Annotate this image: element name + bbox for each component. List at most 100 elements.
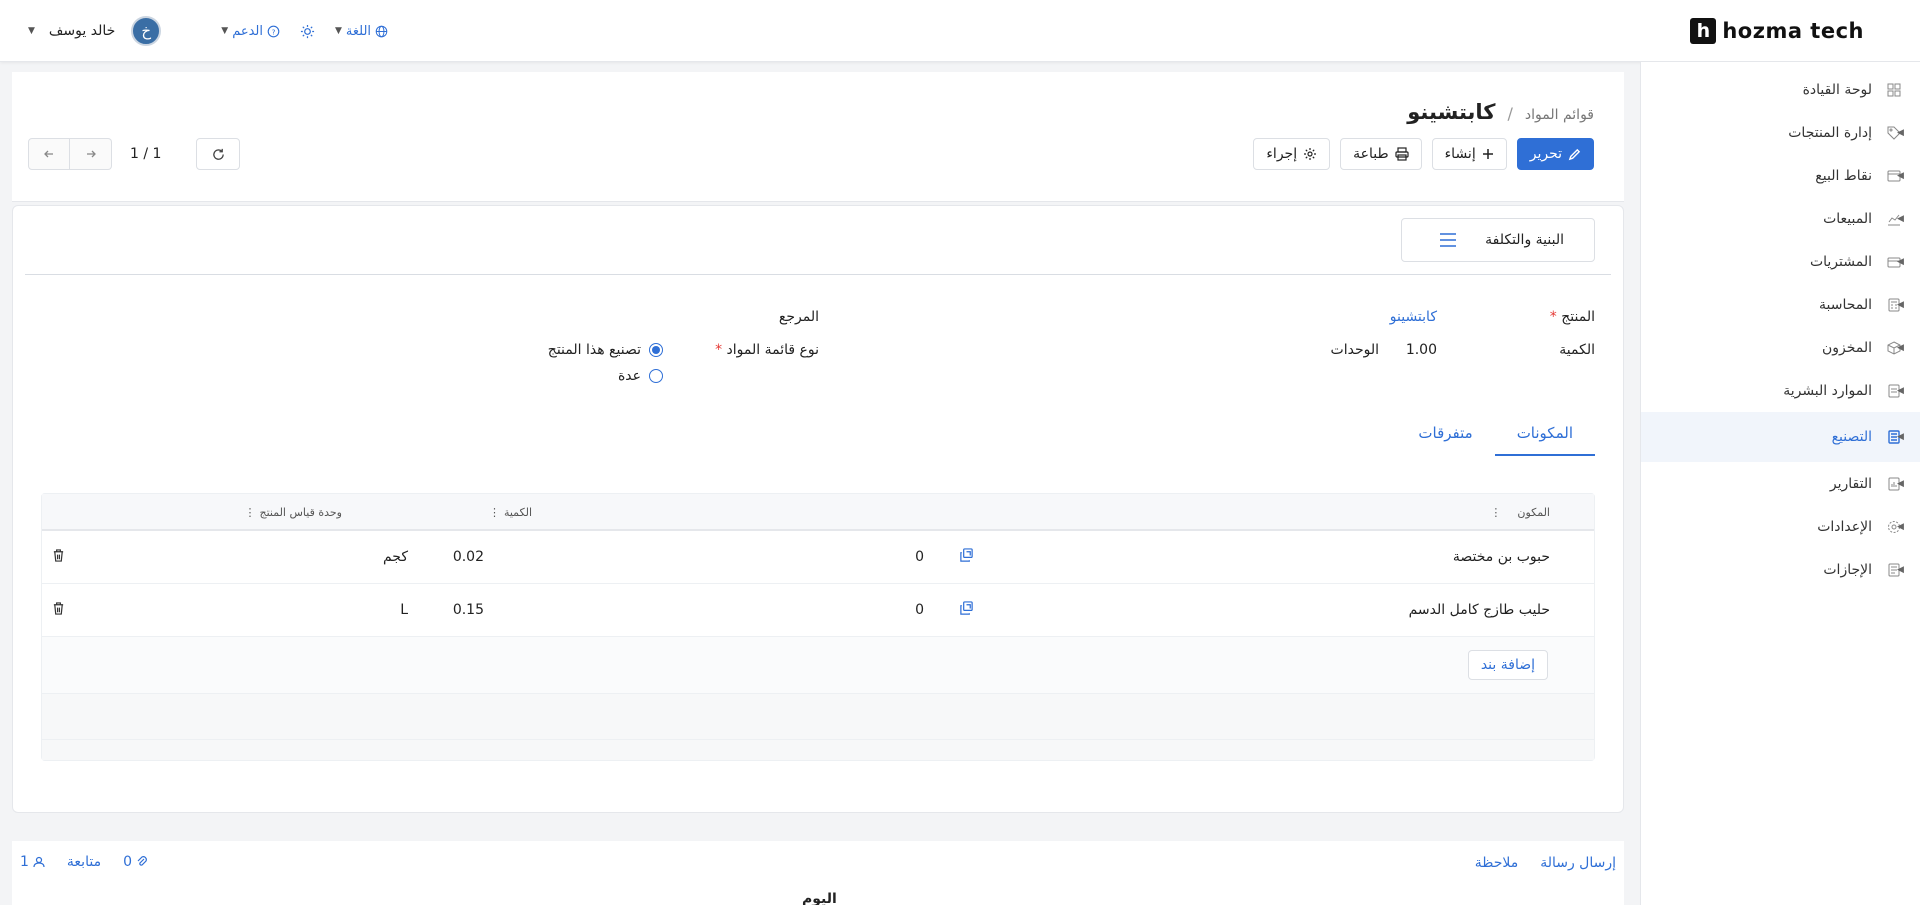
tab-misc[interactable]: متفرقات <box>1396 416 1494 456</box>
col-component-header[interactable]: المكون ⋮ <box>1490 506 1550 519</box>
reference-field-label: المرجع <box>778 309 819 325</box>
chevron-left-icon: ◀ <box>1897 256 1904 267</box>
add-line-button[interactable]: إضافة بند <box>1467 650 1548 680</box>
product-value-link[interactable]: كابتشينو <box>1390 309 1437 325</box>
cell-component[interactable]: حبوب بن مختصة <box>1453 549 1550 565</box>
main-content: قوائم المواد / كابتشينو تحرير إنشاء طباع… <box>0 62 1640 905</box>
page-title: كابتشينو <box>1407 100 1496 124</box>
form-sheet: البنية والتكلفة المنتج * كابتشينو الكمية… <box>12 205 1624 813</box>
sidebar-item-accounting[interactable]: المحاسبة ◀ <box>1641 283 1920 326</box>
bom-type-option-kit[interactable]: عدة <box>618 368 663 384</box>
cell-mid-value[interactable]: 0 <box>915 602 924 618</box>
cell-uom[interactable]: كجم <box>383 549 408 565</box>
qty-value[interactable]: 1.00 <box>1406 342 1437 358</box>
create-button[interactable]: إنشاء <box>1431 138 1507 170</box>
support-menu[interactable]: ▼ الدعم ? <box>221 24 280 39</box>
globe-icon <box>375 25 388 38</box>
help-circle-icon: ? <box>267 25 280 38</box>
sidebar-item-manufacturing[interactable]: التصنيع ◀ <box>1641 412 1920 462</box>
table-row[interactable]: حبوب بن مختصة 0 0.02 كجم <box>42 531 1594 584</box>
sidebar-item-purchases[interactable]: المشتريات ◀ <box>1641 240 1920 283</box>
breadcrumb-separator: / <box>1507 104 1513 123</box>
col-uom-header[interactable]: وحدة قياس المنتج ⋮ <box>244 506 342 519</box>
breadcrumb: قوائم المواد / كابتشينو <box>1407 100 1594 124</box>
add-line-row: إضافة بند <box>42 637 1594 694</box>
empty-row <box>42 694 1594 740</box>
sidebar-item-reports[interactable]: التقارير ◀ <box>1641 462 1920 505</box>
chevron-left-icon: ◀ <box>1897 342 1904 353</box>
sort-icon: ⋮ <box>1490 506 1502 519</box>
edit-button[interactable]: تحرير <box>1516 138 1594 170</box>
radio-label: عدة <box>617 368 641 384</box>
trash-icon[interactable] <box>52 549 65 566</box>
language-label: اللغة <box>345 23 372 39</box>
user-menu[interactable]: ▼ خالد يوسف خ <box>28 16 162 46</box>
paperclip-icon <box>136 856 148 868</box>
sidebar-item-hr[interactable]: الموارد البشرية ◀ <box>1641 369 1920 412</box>
sidebar-item-sales[interactable]: المبيعات ◀ <box>1641 197 1920 240</box>
send-message-button[interactable]: إرسال رسالة <box>1540 855 1616 871</box>
action-label: إجراء <box>1266 146 1298 162</box>
components-table: المكون ⋮ الكمية ⋮ وحدة قياس المنتج ⋮ حبو… <box>41 493 1595 761</box>
sidebar-item-pos[interactable]: نقاط البيع ◀ <box>1641 154 1920 197</box>
cell-quantity[interactable]: 0.15 <box>453 602 484 618</box>
cell-mid-value[interactable]: 0 <box>915 549 924 565</box>
bom-type-option-manufacture[interactable]: تصنيع هذا المنتج <box>548 342 663 358</box>
next-record-button[interactable] <box>70 138 112 170</box>
refresh-button[interactable] <box>196 138 240 170</box>
sidebar-item-label: لوحة القيادة <box>1802 81 1872 98</box>
sidebar-item-label: الموارد البشرية <box>1783 382 1872 399</box>
breadcrumb-parent-link[interactable]: قوائم المواد <box>1525 107 1594 123</box>
sidebar-item-inventory[interactable]: المخزون ◀ <box>1641 326 1920 369</box>
cell-quantity[interactable]: 0.02 <box>453 549 484 565</box>
language-menu[interactable]: ▼ اللغة <box>335 24 388 39</box>
brand-logo[interactable]: h hozma tech <box>1690 18 1864 44</box>
sidebar-item-leaves[interactable]: الإجازات ◀ <box>1641 548 1920 591</box>
cell-uom[interactable]: L <box>400 602 408 618</box>
action-button[interactable]: إجراء <box>1253 138 1331 170</box>
attachments-count[interactable]: 0 <box>123 854 148 870</box>
chevron-left-icon: ◀ <box>1897 385 1904 396</box>
col-quantity-header[interactable]: الكمية ⋮ <box>489 506 532 519</box>
qty-unit[interactable]: الوحدات <box>1331 342 1379 358</box>
chevron-left-icon: ◀ <box>1897 432 1904 442</box>
top-navbar: h hozma tech ▼ خالد يوسف خ ▼ الدعم ? ▼ ا… <box>0 0 1920 62</box>
radio-checked[interactable] <box>649 343 663 357</box>
sidebar-item-label: التصنيع <box>1831 429 1872 445</box>
copy-icon[interactable] <box>959 548 974 567</box>
sidebar-item-settings[interactable]: الإعدادات ◀ <box>1641 505 1920 548</box>
sidebar-item-label: المخزون <box>1821 339 1872 356</box>
theme-toggle[interactable] <box>300 24 315 39</box>
chevron-left-icon: ◀ <box>1897 564 1904 575</box>
radio-unchecked[interactable] <box>649 369 663 383</box>
tab-components[interactable]: المكونات <box>1494 416 1595 456</box>
bom-type-field-label: نوع قائمة المواد * <box>715 342 819 358</box>
copy-icon[interactable] <box>959 601 974 620</box>
table-row[interactable]: حليب طازج كامل الدسم 0 0.15 L <box>42 584 1594 637</box>
sidebar-item-label: المحاسبة <box>1818 296 1872 313</box>
followers-count[interactable]: 1 <box>20 854 45 870</box>
previous-record-button[interactable] <box>28 138 70 170</box>
col-label: وحدة قياس المنتج <box>259 506 342 519</box>
follow-button[interactable]: متابعة <box>67 854 101 870</box>
structure-cost-tab[interactable]: البنية والتكلفة <box>1401 218 1595 262</box>
chevron-left-icon: ◀ <box>1897 299 1904 310</box>
sidebar-item-label: الإجازات <box>1823 561 1872 578</box>
trash-icon[interactable] <box>52 602 65 619</box>
print-button[interactable]: طباعة <box>1340 138 1422 170</box>
support-label: الدعم <box>232 23 263 39</box>
logo-text: hozma tech <box>1722 19 1864 43</box>
product-label-text: المنتج <box>1561 309 1595 325</box>
log-note-button[interactable]: ملاحظة <box>1475 855 1519 871</box>
record-pager: 1 / 1 <box>28 138 240 170</box>
sidebar-item-dashboard[interactable]: لوحة القيادة <box>1641 68 1920 111</box>
cell-component[interactable]: حليب طازج كامل الدسم <box>1409 602 1550 618</box>
logo-mark: h <box>1690 18 1717 44</box>
sun-icon <box>300 24 315 39</box>
print-label: طباعة <box>1353 146 1389 162</box>
required-marker: * <box>1549 309 1557 325</box>
today-separator: اليوم <box>802 891 837 905</box>
sidebar-item-products[interactable]: إدارة المنتجات ◀ <box>1641 111 1920 154</box>
edit-label: تحرير <box>1529 146 1562 162</box>
gear-icon <box>1303 147 1317 161</box>
